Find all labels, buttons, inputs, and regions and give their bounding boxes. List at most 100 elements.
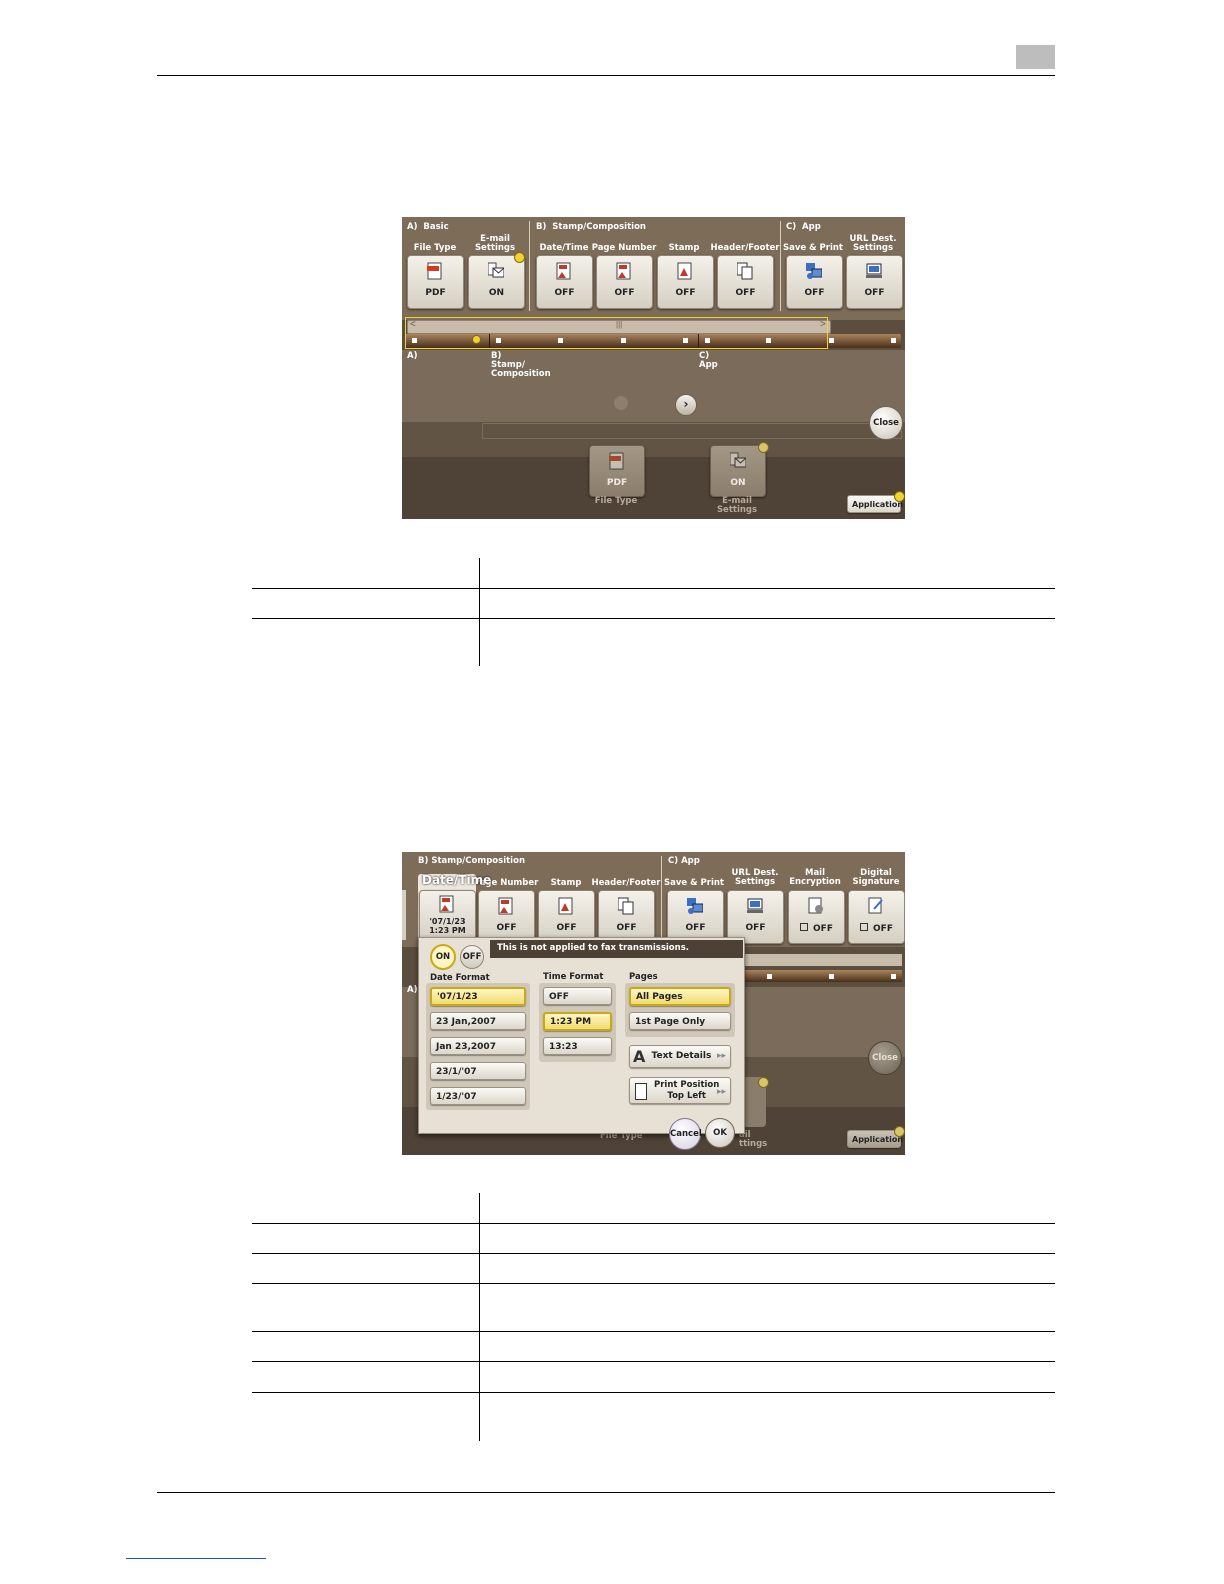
section-c-label: C) App bbox=[786, 222, 821, 232]
mail-encryption-button[interactable]: OFF bbox=[788, 890, 845, 944]
application-indicator bbox=[894, 491, 905, 502]
url-dest-settings-button[interactable]: OFF bbox=[727, 890, 784, 944]
time-format-title: Time Format bbox=[543, 972, 604, 982]
email-settings-label: E-mail Settings bbox=[474, 234, 516, 253]
url-dest-settings-label: URL Dest. Settings bbox=[849, 234, 897, 253]
forward-arrow-icon: ▸▸ bbox=[716, 1087, 726, 1097]
email-settings-button[interactable]: ON bbox=[468, 255, 525, 309]
page-number-button[interactable]: OFF bbox=[596, 255, 653, 309]
header-footer-button[interactable]: OFF bbox=[717, 255, 774, 309]
email-settings-caption: E-mail Settings bbox=[716, 496, 758, 515]
stamp-label: Stamp bbox=[668, 243, 700, 253]
header-footer-icon bbox=[737, 262, 753, 280]
url-dest-settings-button[interactable]: OFF bbox=[846, 255, 903, 309]
email-settings-indicator bbox=[514, 252, 525, 263]
url-dest-icon bbox=[747, 898, 763, 913]
text-a-icon: A bbox=[633, 1047, 646, 1066]
date-time-button[interactable]: OFF bbox=[536, 255, 593, 309]
page-number-icon bbox=[616, 262, 631, 280]
section-a-label: A) Basic bbox=[407, 222, 449, 232]
stamp-button[interactable]: OFF bbox=[657, 255, 714, 309]
close-button[interactable]: Close bbox=[869, 406, 903, 440]
forward-arrow-icon: ▸▸ bbox=[716, 1051, 726, 1061]
next-page-button[interactable]: › bbox=[675, 394, 697, 416]
section-b-label: B) Stamp/Composition bbox=[418, 856, 525, 866]
track-label-c: C) App bbox=[699, 351, 718, 370]
cancel-button[interactable]: Cancel bbox=[669, 1118, 702, 1150]
page-number-icon bbox=[498, 897, 513, 915]
save-print-label: Save & Print bbox=[783, 243, 843, 253]
screenshot-date-time-settings: B) Stamp/Composition C) App Page Number … bbox=[402, 852, 905, 1155]
stamp-button[interactable]: OFF bbox=[538, 890, 595, 944]
text-details-button[interactable]: A Text Details ▸▸ bbox=[629, 1045, 731, 1068]
date-format-option-2[interactable]: 23 Jan,2007 bbox=[430, 1012, 526, 1030]
page-number-label: Page Number bbox=[591, 243, 657, 253]
footer-rule bbox=[157, 1492, 1055, 1493]
url-dest-icon bbox=[866, 263, 882, 278]
save-print-label: Save & Print bbox=[664, 878, 724, 888]
checkbox-icon bbox=[860, 923, 869, 931]
stamp-icon bbox=[677, 262, 692, 280]
on-toggle-button[interactable]: ON bbox=[430, 944, 456, 970]
close-button[interactable]: Close bbox=[868, 1041, 902, 1075]
stamp-label: Stamp bbox=[550, 878, 582, 888]
pdf-file-icon bbox=[427, 262, 442, 280]
pages-option-all[interactable]: All Pages bbox=[629, 987, 731, 1006]
header-footer-icon bbox=[618, 897, 634, 915]
pdf-file-icon bbox=[609, 452, 624, 470]
track-label-b: B) Stamp/ Composition bbox=[491, 351, 551, 379]
ok-button[interactable]: OK bbox=[705, 1118, 735, 1148]
email-settings-indicator bbox=[758, 1077, 769, 1088]
application-indicator bbox=[894, 1126, 905, 1137]
time-format-option-24h[interactable]: 13:23 bbox=[543, 1037, 612, 1055]
date-format-option-3[interactable]: Jan 23,2007 bbox=[430, 1037, 526, 1055]
fax-notice: This is not applied to fax transmissions… bbox=[497, 943, 689, 953]
date-format-option-1[interactable]: '07/1/23 bbox=[430, 987, 526, 1006]
file-type-label: File Type bbox=[413, 243, 457, 253]
date-time-stamp-icon bbox=[556, 262, 571, 280]
off-toggle-button[interactable]: OFF bbox=[460, 945, 484, 969]
header-footer-label: Header/Footer bbox=[591, 878, 661, 888]
file-type-button[interactable]: PDF bbox=[407, 255, 464, 309]
pages-option-first[interactable]: 1st Page Only bbox=[629, 1012, 731, 1030]
file-type-caption: File Type bbox=[594, 496, 638, 506]
email-settings-icon bbox=[488, 262, 504, 278]
save-print-button[interactable]: OFF bbox=[667, 890, 724, 944]
application-button[interactable]: Application bbox=[847, 495, 903, 513]
date-time-label: Date/Time bbox=[539, 243, 589, 253]
page-position-icon bbox=[635, 1083, 647, 1100]
section-b-label: B) Stamp/Composition bbox=[536, 222, 646, 232]
email-settings-quick-button[interactable]: ON bbox=[710, 445, 766, 497]
digital-signature-button[interactable]: OFF bbox=[848, 890, 905, 944]
date-format-option-5[interactable]: 1/23/'07 bbox=[430, 1087, 526, 1105]
header-rule bbox=[157, 75, 1055, 76]
email-settings-icon bbox=[730, 452, 746, 468]
date-time-button[interactable]: '07/1/23 1:23 PM bbox=[419, 890, 476, 942]
file-type-quick-button[interactable]: PDF bbox=[589, 445, 645, 497]
pages-title: Pages bbox=[629, 972, 658, 982]
page-number-button[interactable]: OFF bbox=[478, 890, 535, 944]
mail-encryption-label: Mail Encryption bbox=[789, 868, 841, 887]
section-c-label: C) App bbox=[668, 856, 700, 866]
print-position-button[interactable]: Print Position Top Left ▸▸ bbox=[629, 1077, 731, 1104]
date-format-title: Date Format bbox=[430, 973, 490, 983]
header-footer-button[interactable]: OFF bbox=[598, 890, 655, 944]
url-dest-settings-label: URL Dest. Settings bbox=[731, 868, 779, 887]
email-settings-quick-indicator bbox=[758, 442, 769, 453]
mail-encryption-icon bbox=[808, 897, 823, 914]
time-format-option-off[interactable]: OFF bbox=[543, 987, 612, 1005]
scroll-view-highlight bbox=[405, 317, 828, 349]
time-format-option-12h[interactable]: 1:23 PM bbox=[543, 1012, 612, 1031]
save-print-icon bbox=[687, 898, 703, 914]
footer-link[interactable] bbox=[126, 1558, 266, 1559]
screenshot-application-menu: A) Basic B) Stamp/Composition C) App Fil… bbox=[402, 217, 905, 519]
save-print-button[interactable]: OFF bbox=[786, 255, 843, 309]
checkbox-icon bbox=[800, 923, 809, 931]
date-time-stamp-icon bbox=[439, 895, 454, 913]
current-position-indicator bbox=[472, 335, 481, 344]
digital-signature-icon bbox=[868, 897, 883, 914]
date-format-option-4[interactable]: 23/1/'07 bbox=[430, 1062, 526, 1080]
page-number-badge bbox=[1016, 45, 1055, 69]
header-footer-label: Header/Footer bbox=[710, 243, 780, 253]
application-button[interactable]: Application bbox=[847, 1130, 903, 1148]
